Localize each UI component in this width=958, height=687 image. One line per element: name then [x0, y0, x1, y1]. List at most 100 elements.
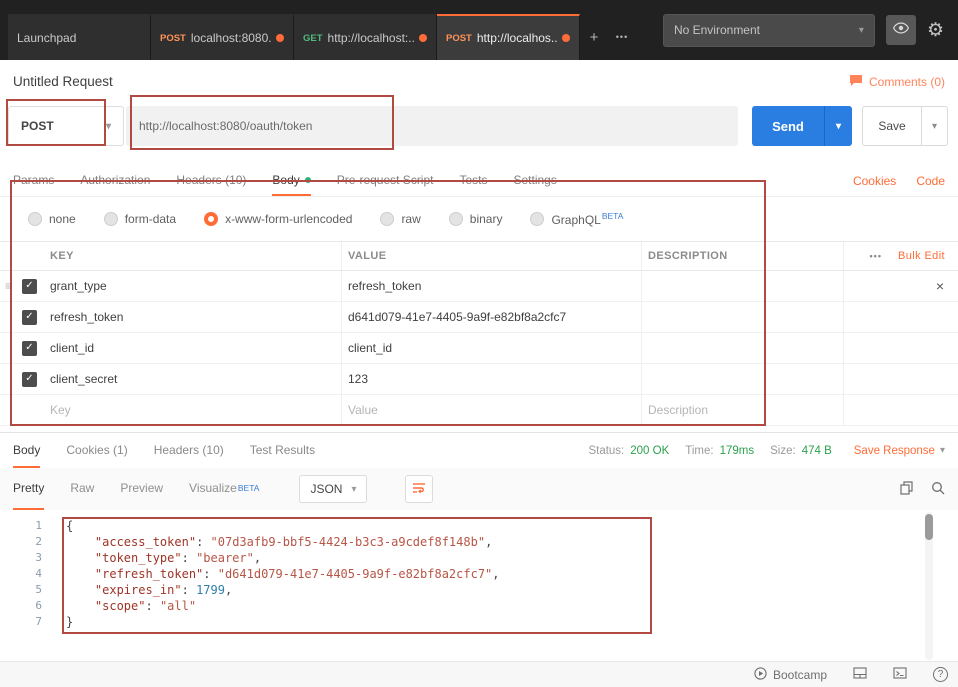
tab-request-2[interactable]: GET http://localhost:... [294, 14, 437, 60]
console-button[interactable] [893, 667, 907, 682]
row-checkbox[interactable]: ✓ [22, 279, 37, 294]
save-options-button[interactable]: ▾ [921, 107, 947, 145]
environment-selector[interactable]: No Environment ▾ [663, 14, 875, 47]
tab-launchpad[interactable]: Launchpad [8, 14, 151, 60]
response-tab-body[interactable]: Body [13, 433, 40, 468]
save-response-button[interactable]: Save Response ▾ [854, 445, 945, 457]
radio-icon [380, 212, 394, 226]
row-checkbox[interactable]: ✓ [22, 372, 37, 387]
value-cell[interactable]: client_id [341, 333, 641, 363]
response-tab-headers[interactable]: Headers (10) [154, 433, 224, 468]
response-meta: Status: 200 OK Time: 179ms Size: 474 B S… [588, 433, 945, 468]
tab-label: Launchpad [17, 31, 141, 45]
unsaved-dot-icon [419, 34, 427, 42]
code-line: 3 "token_type": "bearer", [0, 550, 944, 566]
format-selector[interactable]: JSON ▾ [299, 475, 367, 503]
value-cell[interactable]: 123 [341, 364, 641, 394]
mode-binary[interactable]: binary [449, 212, 503, 226]
comment-bubble-icon [849, 74, 863, 90]
mode-x-www-form-urlencoded[interactable]: x-www-form-urlencoded [204, 212, 352, 226]
view-visualize[interactable]: VisualizeBETA [189, 468, 259, 510]
comments-link[interactable]: Comments (0) [849, 74, 945, 90]
key-cell[interactable]: client_id [50, 341, 341, 355]
mode-none[interactable]: none [28, 212, 76, 226]
key-cell[interactable]: grant_type [50, 279, 341, 293]
unsaved-dot-icon [562, 34, 570, 42]
check-icon: ✓ [25, 343, 33, 353]
value-cell[interactable]: refresh_token [341, 271, 641, 301]
view-raw[interactable]: Raw [70, 468, 94, 510]
tab-headers[interactable]: Headers (10) [176, 166, 246, 196]
radio-icon [28, 212, 42, 226]
tab-tests[interactable]: Tests [459, 166, 487, 196]
gear-icon: ⚙ [927, 20, 944, 41]
view-pretty[interactable]: Pretty [13, 468, 44, 510]
key-cell[interactable]: refresh_token [50, 310, 341, 324]
wrap-lines-icon [412, 482, 426, 497]
bulk-edit-link[interactable]: Bulk Edit [898, 250, 945, 262]
description-placeholder-cell[interactable]: Description [641, 395, 843, 425]
help-button[interactable]: ? [933, 667, 948, 682]
description-cell[interactable] [641, 364, 843, 394]
size-value: 474 B [802, 445, 832, 457]
key-cell[interactable]: client_secret [50, 372, 341, 386]
copy-button[interactable] [900, 481, 913, 498]
drag-handle-icon[interactable]: ≡ [5, 279, 12, 293]
line-number: 7 [0, 614, 52, 630]
tab-request-1[interactable]: POST localhost:8080... [151, 14, 294, 60]
row-checkbox[interactable]: ✓ [22, 341, 37, 356]
view-preview[interactable]: Preview [120, 468, 163, 510]
description-cell[interactable] [641, 333, 843, 363]
description-cell[interactable] [641, 302, 843, 332]
delete-row-button[interactable]: × [936, 278, 958, 294]
response-view-toolbar: Pretty Raw Preview VisualizeBETA JSON ▾ [0, 468, 958, 510]
url-input[interactable]: http://localhost:8080/oauth/token [126, 106, 738, 146]
response-tab-cookies[interactable]: Cookies (1) [66, 433, 127, 468]
chevron-down-icon: ▾ [106, 121, 111, 132]
row-controls [843, 364, 958, 394]
search-button[interactable] [931, 481, 945, 498]
wrap-lines-button[interactable] [405, 475, 433, 503]
response-tab-test-results[interactable]: Test Results [250, 433, 315, 468]
chevron-down-icon: ▾ [351, 484, 356, 495]
bootcamp-button[interactable]: Bootcamp [754, 667, 827, 683]
send-options-button[interactable]: ▾ [824, 106, 852, 146]
value-cell[interactable]: d641d079-41e7-4405-9a9f-e82bf8a2cfc7 [341, 302, 641, 332]
tab-options-button[interactable]: ••• [608, 14, 636, 60]
tab-body[interactable]: Body [272, 166, 310, 196]
send-button[interactable]: Send [752, 106, 824, 146]
tab-settings[interactable]: Settings [514, 166, 557, 196]
settings-button[interactable]: ⚙ [927, 21, 944, 40]
response-scrollbar-thumb[interactable] [925, 514, 933, 540]
key-placeholder-cell[interactable]: Key [50, 403, 341, 417]
tab-authorization[interactable]: Authorization [80, 166, 150, 196]
kv-header-row: KEY VALUE DESCRIPTION ••• Bulk Edit [0, 241, 958, 271]
request-title-row: Untitled Request Comments (0) [0, 60, 958, 103]
description-cell[interactable] [641, 271, 843, 301]
format-value: JSON [310, 482, 342, 496]
row-select-cell [0, 395, 50, 425]
col-description-header: DESCRIPTION [641, 242, 843, 270]
kv-row: ≡ ✓ grant_type refresh_token × [0, 271, 958, 302]
method-selector[interactable]: POST ▾ [8, 106, 124, 146]
row-select-cell: ✓ [0, 364, 50, 394]
build-view-button[interactable] [853, 667, 867, 682]
tab-request-3-active[interactable]: POST http://localhos... [437, 14, 580, 60]
cookies-link[interactable]: Cookies [853, 174, 896, 188]
kv-row: ✓ client_secret 123 [0, 364, 958, 395]
new-tab-button[interactable]: + [580, 14, 608, 60]
check-icon: ✓ [25, 312, 33, 322]
mode-graphql[interactable]: GraphQLBETA [530, 211, 623, 227]
mode-raw[interactable]: raw [380, 212, 420, 226]
environment-quick-look-button[interactable] [886, 15, 916, 45]
code-line: 5 "expires_in": 1799, [0, 582, 944, 598]
tab-params[interactable]: Params [13, 166, 54, 196]
value-placeholder-cell[interactable]: Value [341, 395, 641, 425]
mode-form-data[interactable]: form-data [104, 212, 176, 226]
row-checkbox[interactable]: ✓ [22, 310, 37, 325]
time-value: 179ms [720, 445, 755, 457]
more-options-button[interactable]: ••• [870, 251, 882, 261]
tab-pre-request-script[interactable]: Pre-request Script [337, 166, 434, 196]
save-button[interactable]: Save [863, 107, 921, 145]
code-link[interactable]: Code [916, 174, 945, 188]
